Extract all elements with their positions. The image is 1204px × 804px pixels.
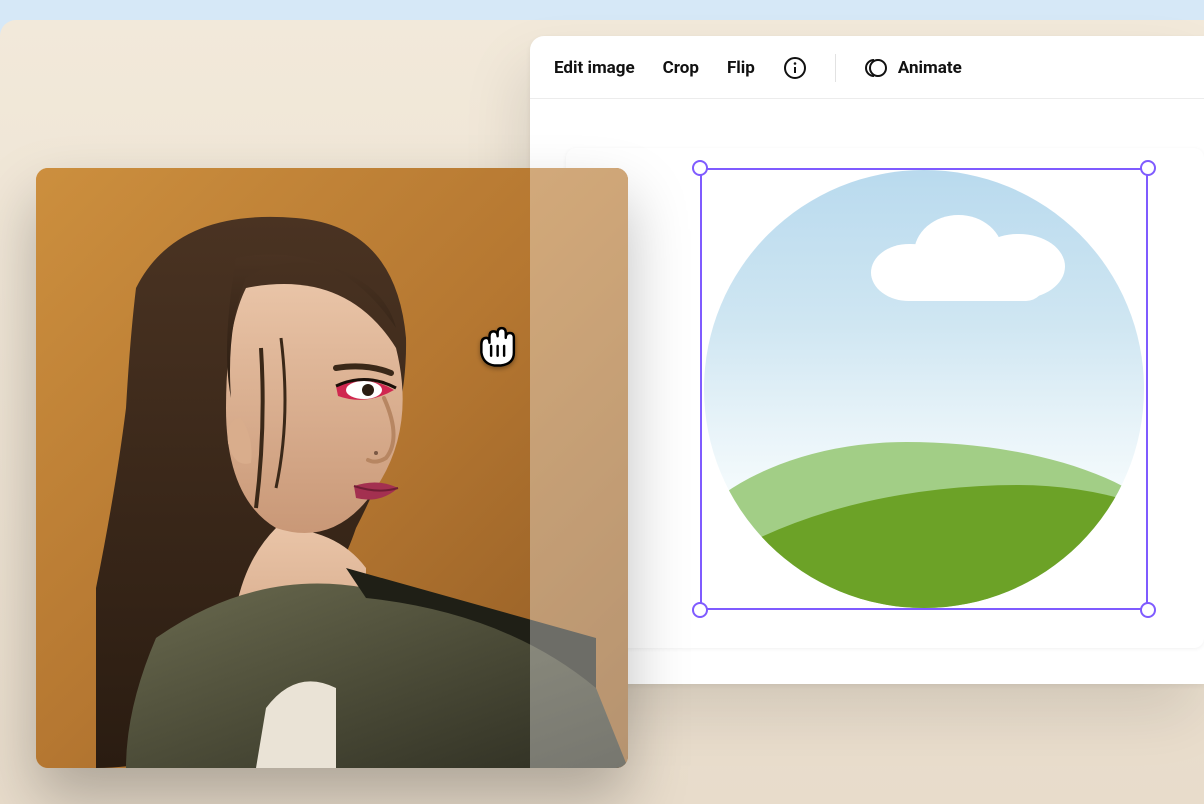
toolbar-divider (835, 54, 836, 82)
animate-button[interactable]: Animate (864, 56, 962, 80)
animate-icon (864, 56, 888, 80)
resize-handle-top-left[interactable] (692, 160, 708, 176)
edit-image-button[interactable]: Edit image (554, 58, 635, 78)
crop-button[interactable]: Crop (663, 58, 699, 78)
selection-border (700, 168, 1148, 610)
resize-handle-bottom-left[interactable] (692, 602, 708, 618)
dragged-photo[interactable] (36, 168, 628, 768)
resize-handle-top-right[interactable] (1140, 160, 1156, 176)
image-toolbar: Edit image Crop Flip Animate (530, 36, 1204, 99)
portrait-illustration (36, 168, 628, 768)
info-icon[interactable] (783, 56, 807, 80)
selection-box[interactable] (700, 168, 1148, 610)
resize-handle-bottom-right[interactable] (1140, 602, 1156, 618)
flip-button[interactable]: Flip (727, 58, 755, 78)
animate-label: Animate (898, 58, 962, 78)
stage: Edit image Crop Flip Animate (0, 0, 1204, 804)
